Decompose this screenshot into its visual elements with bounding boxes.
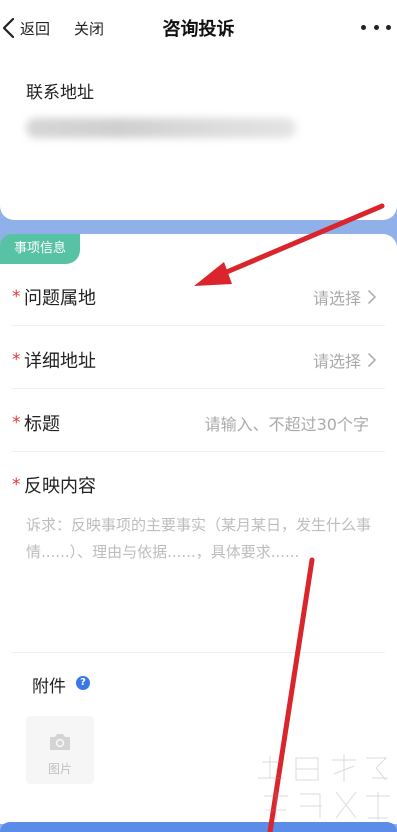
title-row[interactable]: * 标题 请输入、不超过30个字 bbox=[12, 394, 385, 452]
bottom-submit-bar[interactable] bbox=[0, 822, 397, 832]
section-tag: 事项信息 bbox=[0, 234, 80, 264]
more-dots-icon[interactable] bbox=[361, 16, 391, 38]
required-mark: * bbox=[12, 349, 21, 370]
required-mark: * bbox=[12, 412, 21, 433]
chevron-right-icon bbox=[368, 289, 376, 304]
issue-location-row[interactable]: * 问题属地 请选择 bbox=[12, 268, 385, 326]
title-input[interactable]: 请输入、不超过30个字 bbox=[205, 411, 369, 435]
issue-location-select[interactable]: 请选择 bbox=[313, 285, 385, 309]
title-label: 标题 bbox=[24, 413, 60, 435]
close-button[interactable]: 关闭 bbox=[74, 18, 104, 39]
content-label: 反映内容 bbox=[24, 476, 96, 497]
image-upload-button[interactable]: 图片 bbox=[26, 716, 94, 784]
contact-address-label: 联系地址 bbox=[26, 83, 94, 103]
upload-label: 图片 bbox=[47, 762, 72, 776]
camera-icon bbox=[50, 734, 70, 750]
detail-address-label: 详细地址 bbox=[24, 350, 96, 372]
contact-card: 联系地址 bbox=[0, 56, 397, 220]
back-button[interactable]: 返回 bbox=[0, 14, 50, 42]
question-circle-icon[interactable]: ? bbox=[76, 676, 90, 690]
issue-location-placeholder: 请选择 bbox=[312, 288, 361, 308]
chevron-left-icon bbox=[2, 17, 15, 39]
detail-address-row[interactable]: * 详细地址 请选择 bbox=[12, 331, 385, 389]
attachment-label: 附件 bbox=[32, 677, 66, 697]
page-title: 咨询投诉 bbox=[162, 19, 235, 40]
required-mark: * bbox=[12, 475, 21, 495]
issue-location-label: 问题属地 bbox=[24, 287, 96, 309]
content-textarea[interactable]: 诉求：反映事项的主要事实（某月某日，发生什么事情......）、理由与依据...… bbox=[26, 512, 376, 566]
chevron-right-icon bbox=[368, 352, 376, 367]
required-mark: * bbox=[12, 286, 21, 307]
content-label-row: * 反映内容 bbox=[12, 470, 96, 500]
divider bbox=[12, 652, 385, 653]
detail-address-placeholder: 请选择 bbox=[312, 351, 361, 371]
detail-address-select[interactable]: 请选择 bbox=[313, 348, 385, 372]
back-label: 返回 bbox=[20, 19, 51, 38]
navbar: 返回 关闭 咨询投诉 bbox=[0, 0, 397, 56]
contact-address-value-redacted bbox=[26, 118, 296, 138]
